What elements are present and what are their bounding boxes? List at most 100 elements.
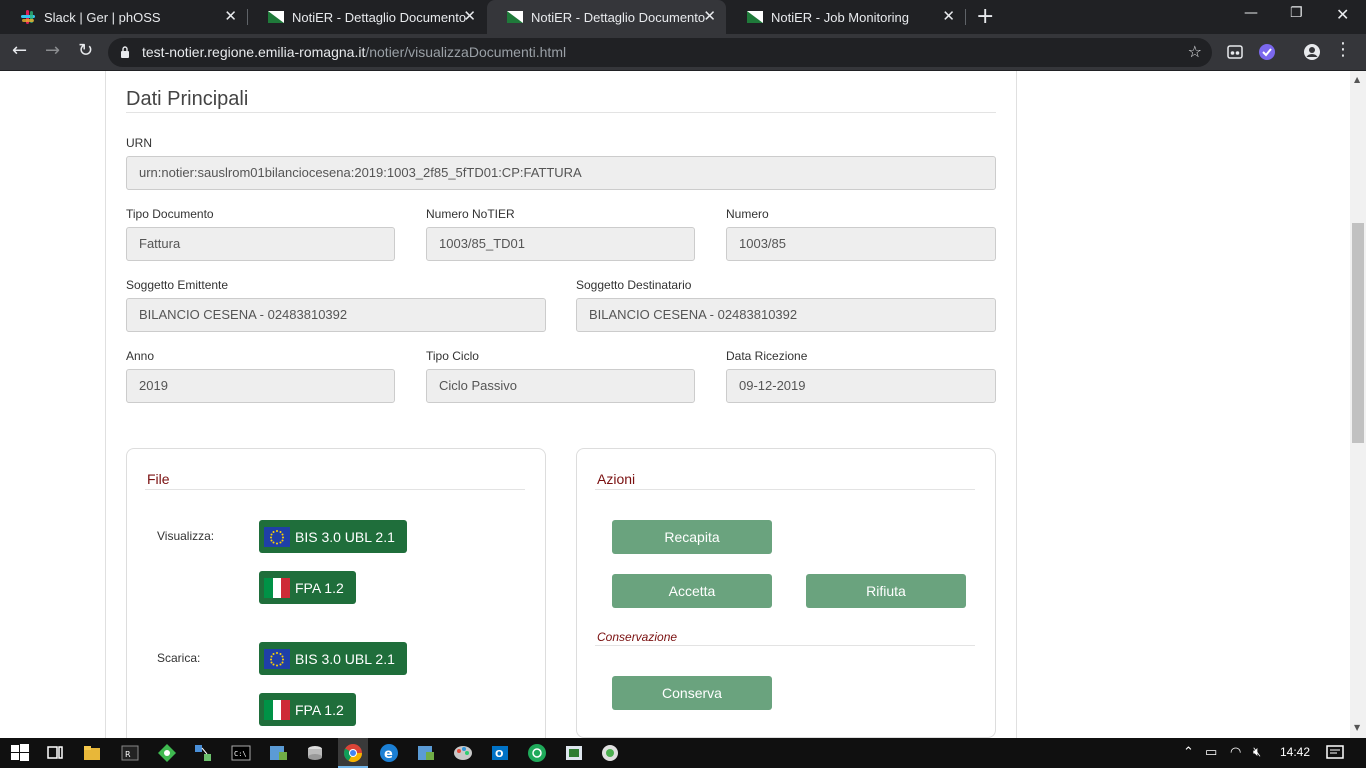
database-app-icon[interactable] [305, 743, 325, 763]
volume-muted-icon[interactable]: 🔇︎ [1253, 745, 1261, 760]
conserva-button[interactable]: Conserva [612, 676, 772, 710]
visualizza-fpa-button[interactable]: FPA 1.2 [259, 571, 356, 604]
browser-menu-icon[interactable]: ⋮ [1334, 40, 1352, 60]
tab-close-icon[interactable]: ✕ [463, 8, 476, 26]
visualizza-bis-button[interactable]: BIS 3.0 UBL 2.1 [259, 520, 407, 553]
anno-field[interactable]: 2019 [126, 369, 395, 403]
page-viewport: Dati Principali URN urn:notier:sauslrom0… [0, 71, 1350, 738]
tab-title: NotiER - Dettaglio Documento [531, 9, 706, 25]
soggetto-emittente-label: Soggetto Emittente [126, 278, 229, 292]
azioni-card: Azioni Recapita Accetta Rifiuta Conserva… [576, 448, 996, 738]
browser-green-icon[interactable] [527, 743, 547, 763]
italy-flag-icon [264, 577, 290, 598]
svg-text:R: R [125, 750, 131, 759]
numero-label: Numero [726, 207, 769, 221]
svg-text:C:\: C:\ [234, 750, 247, 758]
scarica-bis-button[interactable]: BIS 3.0 UBL 2.1 [259, 642, 407, 675]
windows-start-icon[interactable] [10, 743, 30, 763]
tab-close-icon[interactable]: ✕ [942, 8, 955, 26]
battery-icon[interactable]: ▭ [1205, 745, 1217, 760]
minimize-icon[interactable]: — [1244, 5, 1258, 21]
scarica-label: Scarica: [157, 651, 201, 665]
task-view-icon[interactable] [45, 743, 65, 763]
file-explorer-icon[interactable] [82, 743, 102, 763]
conservazione-title: Conservazione [597, 630, 678, 644]
main-content: Dati Principali URN urn:notier:sauslrom0… [105, 71, 1017, 738]
urn-field[interactable]: urn:notier:sauslrom01bilanciocesena:2019… [126, 156, 996, 190]
rifiuta-button[interactable]: Rifiuta [806, 574, 966, 608]
command-prompt-icon[interactable]: C:\ [231, 743, 251, 763]
notifications-icon[interactable] [1325, 743, 1345, 763]
visualizza-bis-label: BIS 3.0 UBL 2.1 [295, 528, 395, 545]
tray-overflow-icon[interactable]: ⌃ [1183, 745, 1194, 760]
window-close-icon[interactable]: ✕ [1336, 5, 1349, 24]
scroll-down-icon[interactable]: ▼ [1354, 723, 1360, 732]
outlook-icon[interactable]: O [490, 743, 510, 763]
data-ricezione-field[interactable]: 09-12-2019 [726, 369, 996, 403]
scrollbar-thumb[interactable] [1352, 223, 1364, 443]
tab-notier-dettaglio-1[interactable]: NotiER - Dettaglio Documento ✕ [248, 0, 486, 34]
emilia-romagna-flag-icon [268, 11, 284, 23]
tab-slack[interactable]: Slack | Ger | phOSS ✕ [0, 0, 247, 34]
eu-flag-icon [264, 648, 290, 669]
wifi-icon[interactable]: ◠ [1230, 745, 1241, 760]
section-title: Dati Principali [126, 88, 249, 110]
forward-icon[interactable]: → [45, 41, 60, 61]
chrome-icon[interactable] [343, 743, 363, 763]
soggetto-destinatario-field[interactable]: BILANCIO CESENA - 02483810392 [576, 298, 996, 332]
browser-toolbar: ← → ↻ test-notier.regione.emilia-romagna… [0, 34, 1366, 71]
tab-close-icon[interactable]: ✕ [224, 8, 237, 26]
bookmark-star-icon[interactable]: ☆ [1188, 42, 1202, 61]
url-text: test-notier.regione.emilia-romagna.it/no… [142, 44, 566, 60]
taskbar-clock[interactable]: 14:42 [1280, 745, 1310, 759]
browser-tab-strip: Slack | Ger | phOSS ✕ NotiER - Dettaglio… [0, 0, 1366, 34]
numero-field[interactable]: 1003/85 [726, 227, 996, 261]
tipo-documento-field[interactable]: Fattura [126, 227, 395, 261]
network-app-icon[interactable] [193, 743, 213, 763]
card-divider [595, 489, 975, 490]
remote-app-icon[interactable]: R [120, 743, 140, 763]
scarica-fpa-label: FPA 1.2 [295, 701, 344, 718]
profile-avatar-icon[interactable] [1303, 43, 1321, 61]
extension-icon[interactable] [1226, 43, 1244, 61]
soggetto-emittente-field[interactable]: BILANCIO CESENA - 02483810392 [126, 298, 546, 332]
git-app-icon[interactable] [157, 743, 177, 763]
recapita-button[interactable]: Recapita [612, 520, 772, 554]
scarica-fpa-button[interactable]: FPA 1.2 [259, 693, 356, 726]
restore-icon[interactable]: ❐ [1290, 5, 1303, 21]
anno-label: Anno [126, 349, 155, 363]
paint-app-icon[interactable] [453, 743, 473, 763]
tipo-ciclo-field[interactable]: Ciclo Passivo [426, 369, 695, 403]
urn-label: URN [126, 136, 152, 150]
scroll-up-icon[interactable]: ▲ [1354, 75, 1360, 84]
vpn-app-icon[interactable] [564, 743, 584, 763]
address-bar[interactable]: test-notier.regione.emilia-romagna.it/no… [108, 38, 1212, 67]
italy-flag-icon [264, 699, 290, 720]
soggetto-destinatario-label: Soggetto Destinatario [576, 278, 692, 292]
tab-title: Slack | Ger | phOSS [44, 9, 161, 25]
new-tab-button[interactable]: + [976, 5, 994, 29]
file-card-title: File [147, 471, 170, 487]
windows-taskbar: R C:\ e O ⌃ ▭ ◠ 🔇︎ 14:42 [0, 738, 1366, 768]
svg-text:e: e [384, 747, 393, 762]
back-icon[interactable]: ← [12, 41, 27, 61]
url-host: test-notier.regione.emilia-romagna.it [142, 44, 366, 60]
edge-icon[interactable]: e [379, 743, 399, 763]
vertical-scrollbar[interactable]: ▲ ▼ [1350, 71, 1366, 738]
checkmark-extension-icon[interactable] [1258, 43, 1276, 61]
reload-icon[interactable]: ↻ [78, 41, 93, 61]
visualizza-fpa-label: FPA 1.2 [295, 579, 344, 596]
tab-title: NotiER - Job Monitoring [771, 9, 909, 25]
tab-notier-job-monitoring[interactable]: NotiER - Job Monitoring ✕ [727, 0, 965, 34]
url-path: /notier/visualizzaDocumenti.html [365, 44, 567, 60]
numero-notier-field[interactable]: 1003/85_TD01 [426, 227, 695, 261]
lock-icon [121, 46, 129, 58]
pinned-app-icon[interactable] [600, 743, 620, 763]
accetta-button[interactable]: Accetta [612, 574, 772, 608]
project-app-icon[interactable] [416, 743, 436, 763]
tab-close-icon[interactable]: ✕ [703, 8, 716, 26]
task-app-icon[interactable] [268, 743, 288, 763]
scarica-bis-label: BIS 3.0 UBL 2.1 [295, 650, 395, 667]
section-divider [126, 112, 996, 113]
tab-notier-dettaglio-2[interactable]: NotiER - Dettaglio Documento ✕ [487, 0, 726, 34]
